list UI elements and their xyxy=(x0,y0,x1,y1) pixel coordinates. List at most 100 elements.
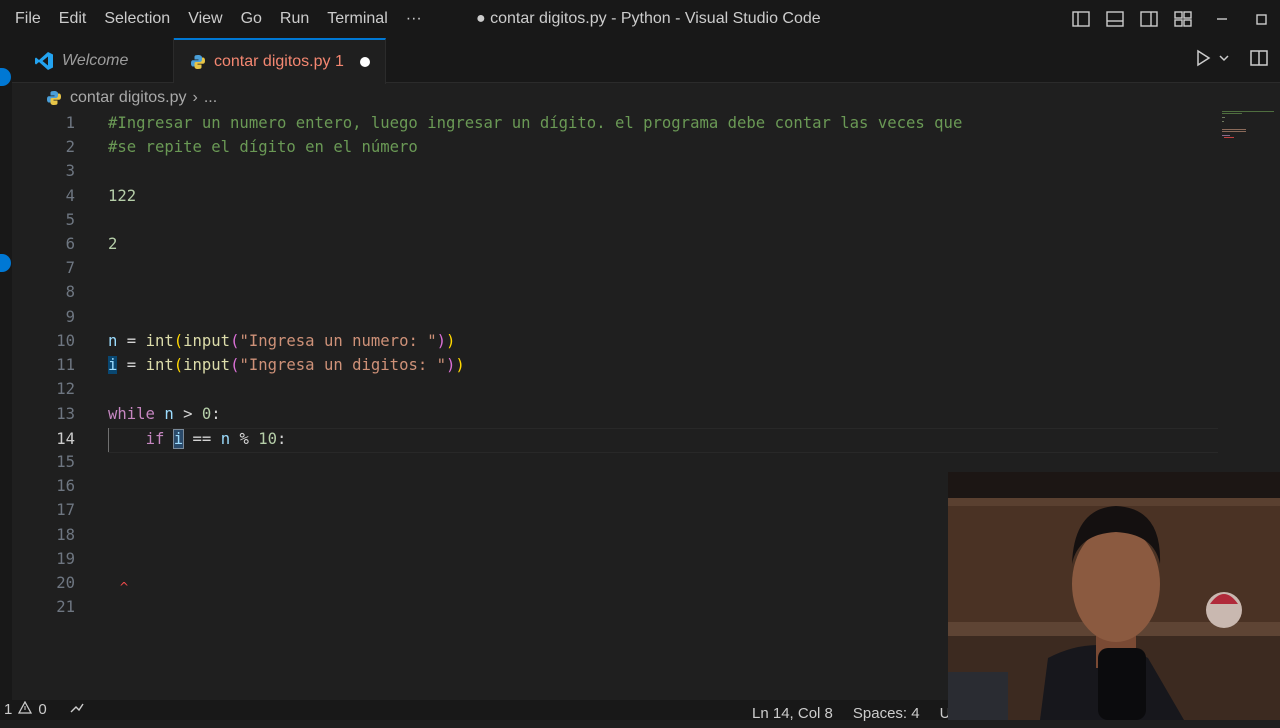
status-right: Ln 14, Col 8 Spaces: 4 UT xyxy=(752,700,960,728)
menu-terminal[interactable]: Terminal xyxy=(318,0,396,38)
line-number: 3 xyxy=(65,162,75,180)
minimap-line xyxy=(1222,113,1242,114)
code-line-current: 14 if i == n % 10: xyxy=(12,427,1218,451)
error-squiggle-icon: ^ xyxy=(119,580,130,594)
line-number: 8 xyxy=(65,283,75,301)
code-line: 12 xyxy=(12,377,1218,401)
tab-bar: Welcome contar digitos.py 1 xyxy=(12,38,1280,84)
toggle-panel-icon[interactable] xyxy=(1098,0,1132,38)
unsaved-dot-icon[interactable] xyxy=(359,57,370,67)
code-text: #Ingresar un numero entero, luego ingres… xyxy=(108,114,963,132)
minimap-line xyxy=(1224,137,1234,138)
token-keyword: while xyxy=(108,405,155,423)
code-line: 5 xyxy=(12,208,1218,232)
token-string: "Ingresa un digitos: " xyxy=(239,356,447,374)
webcam-frame-image xyxy=(948,472,1280,720)
token-function: int xyxy=(145,332,174,350)
line-number: 9 xyxy=(65,308,75,326)
toggle-primary-sidebar-icon[interactable] xyxy=(1064,0,1098,38)
line-number: 21 xyxy=(56,598,75,616)
breadcrumb: contar digitos.py › ... xyxy=(46,86,217,110)
window-title: ● contar digitos.py - Python - Visual St… xyxy=(476,10,821,27)
line-number: 11 xyxy=(56,356,75,374)
live-share-icon[interactable] xyxy=(69,700,85,720)
token-operator: : xyxy=(277,430,287,448)
token-paren: ) xyxy=(446,332,456,350)
menu-run[interactable]: Run xyxy=(271,0,318,38)
token-variable: n xyxy=(164,405,174,423)
token-paren: ( xyxy=(173,356,184,374)
error-count: 1 xyxy=(4,701,13,718)
cursor-position[interactable]: Ln 14, Col 8 xyxy=(752,700,833,728)
chevron-down-icon[interactable] xyxy=(1218,49,1230,72)
line-number: 7 xyxy=(65,259,75,277)
python-file-icon xyxy=(46,90,62,106)
code-line: 13 while n > 0: xyxy=(12,402,1218,426)
tab-welcome[interactable]: Welcome xyxy=(24,38,174,83)
token-function: int xyxy=(145,356,174,374)
line-number: 13 xyxy=(56,405,75,423)
token-variable: i xyxy=(108,356,118,374)
token-operator: = xyxy=(117,356,146,374)
token-operator: == xyxy=(183,430,221,448)
maximize-icon[interactable] xyxy=(1244,0,1280,38)
webcam-video xyxy=(948,472,1280,720)
breadcrumb-more[interactable]: ... xyxy=(204,89,217,107)
activity-bar xyxy=(0,38,12,720)
line-number: 20 xyxy=(56,574,75,592)
menu-go[interactable]: Go xyxy=(232,0,271,38)
editor-actions xyxy=(1194,38,1268,83)
minimize-icon[interactable] xyxy=(1200,0,1244,38)
code-line: 7 xyxy=(12,256,1218,280)
problems-indicator[interactable]: 1 0 xyxy=(4,700,85,720)
menu-edit[interactable]: Edit xyxy=(50,0,96,38)
split-editor-icon[interactable] xyxy=(1250,49,1268,72)
token-string: "Ingresa un numero: " xyxy=(239,332,437,350)
line-number: 19 xyxy=(56,550,75,568)
menu-view[interactable]: View xyxy=(179,0,231,38)
notification-badge xyxy=(0,68,11,86)
line-number: 18 xyxy=(56,526,75,544)
token-paren: ( xyxy=(173,332,184,350)
token-operator: = xyxy=(117,332,146,350)
line-number: 1 xyxy=(65,114,75,132)
minimap-line xyxy=(1222,131,1246,132)
indentation[interactable]: Spaces: 4 xyxy=(853,700,920,728)
breadcrumb-separator: › xyxy=(192,89,198,106)
minimap-line xyxy=(1222,135,1230,136)
token-operator: > xyxy=(173,405,202,423)
token-number: 0 xyxy=(201,405,212,423)
token-variable: n xyxy=(220,430,231,448)
customize-layout-icon[interactable] xyxy=(1166,0,1200,38)
warning-count: 0 xyxy=(38,701,47,718)
code-text: while n > 0: xyxy=(108,402,221,426)
line-number: 17 xyxy=(56,501,75,519)
tab-contar-digitos[interactable]: contar digitos.py 1 xyxy=(174,38,386,84)
breadcrumb-file[interactable]: contar digitos.py xyxy=(70,89,187,107)
line-number: 10 xyxy=(56,332,75,350)
line-number: 14 xyxy=(56,430,75,448)
menu-more[interactable]: ··· xyxy=(397,0,431,38)
run-python-icon[interactable] xyxy=(1194,49,1212,72)
minimap-line xyxy=(1222,129,1246,130)
menu-file[interactable]: File xyxy=(0,0,50,38)
code-line: 9 xyxy=(12,305,1218,329)
token-variable: i xyxy=(172,429,185,449)
line-number: 4 xyxy=(65,187,75,205)
token-keyword: if xyxy=(145,430,165,448)
token-operator: : xyxy=(211,405,221,423)
code-line: 11 i = int(input("Ingresa un digitos: ")) xyxy=(12,353,1218,377)
code-line: 10 n = int(input("Ingresa un numero: ")) xyxy=(12,329,1218,353)
minimap[interactable] xyxy=(1218,110,1280,410)
code-line: 3 xyxy=(12,159,1218,183)
token-function: input xyxy=(183,332,231,350)
vscode-logo-icon xyxy=(34,51,54,71)
code-text: n = int(input("Ingresa un numero: ")) xyxy=(108,329,455,353)
code-line: 62 xyxy=(12,232,1218,256)
toggle-secondary-sidebar-icon[interactable] xyxy=(1132,0,1166,38)
menu-selection[interactable]: Selection xyxy=(95,0,179,38)
tab-welcome-label: Welcome xyxy=(62,51,129,69)
line-number: 16 xyxy=(56,477,75,495)
line-number: 5 xyxy=(65,211,75,229)
token-operator: % xyxy=(230,430,259,448)
